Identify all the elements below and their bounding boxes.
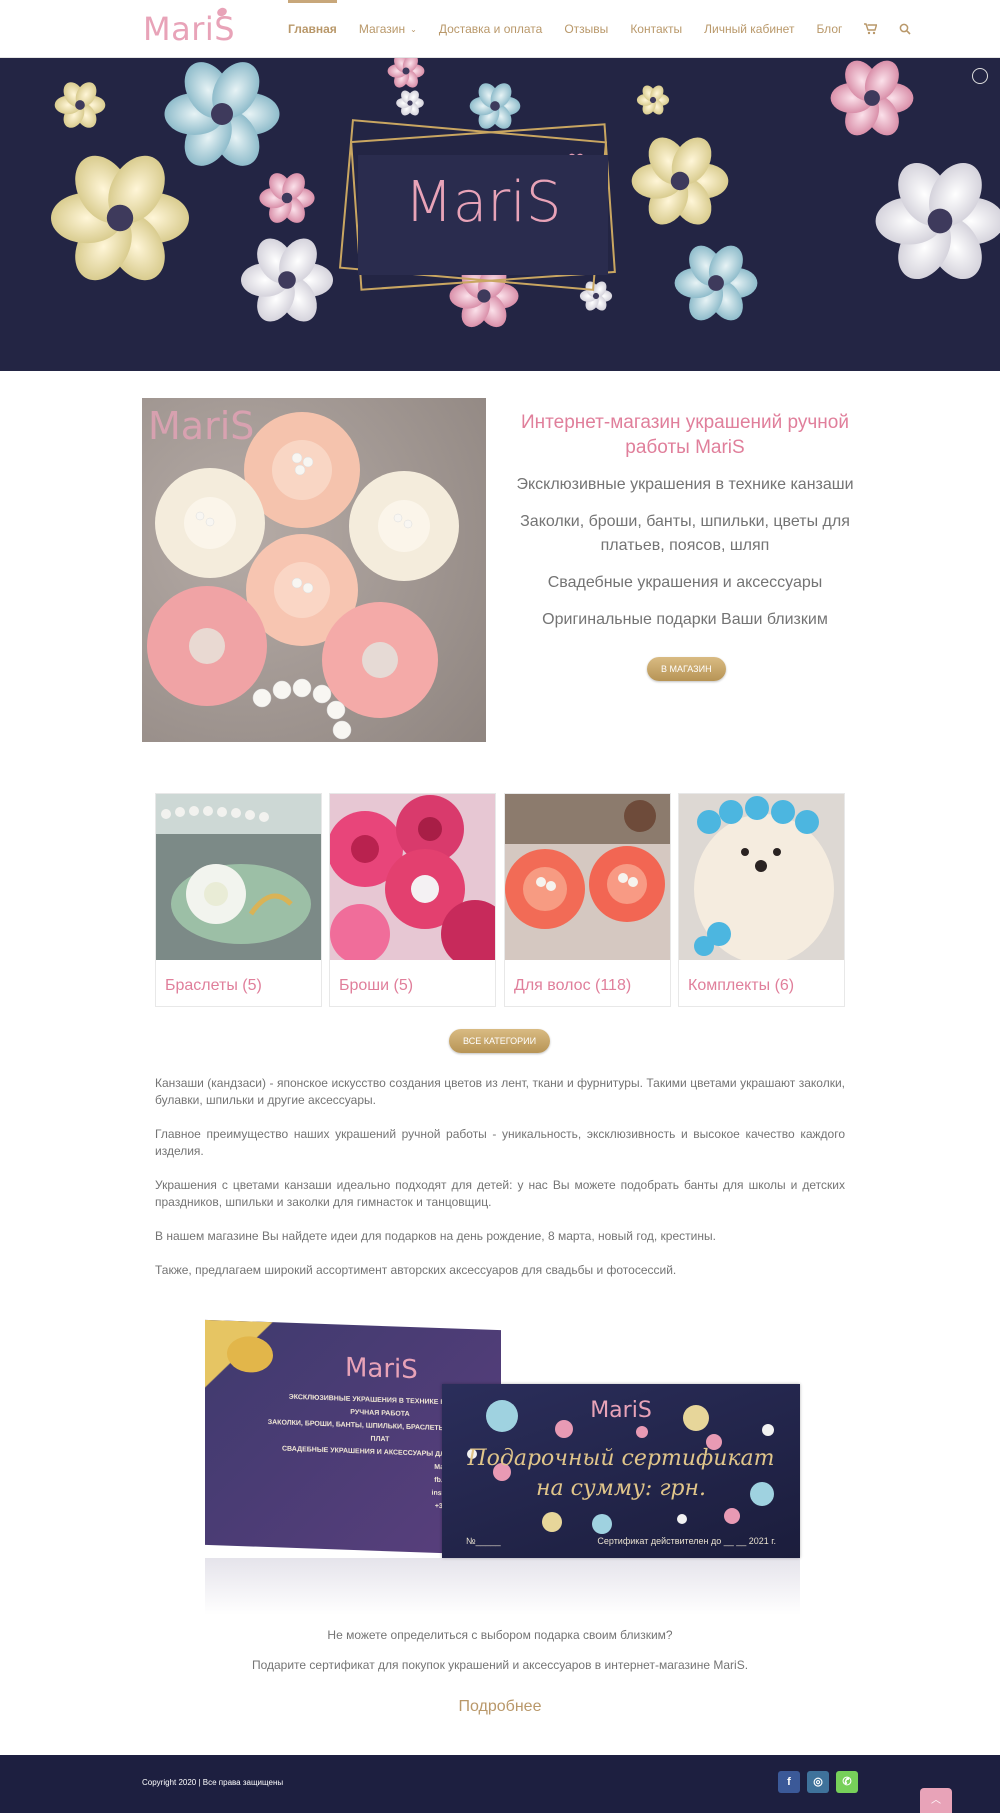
whatsapp-icon[interactable]: ✆ [836,1771,858,1793]
category-card-sets[interactable]: Комплекты (6) [678,793,845,1007]
nav-item-home[interactable]: Главная [288,0,337,58]
intro-line: Оригинальные подарки Ваши близким [542,611,828,628]
category-card-hair[interactable]: Для волос (118) [504,793,671,1007]
all-categories-button[interactable]: ВСЕ КАТЕГОРИИ [449,1029,551,1053]
scroll-to-top-button[interactable]: ︿ [920,1788,952,1813]
site-header: MariS Главная Магазин ⌄ Доставка и оплата… [0,0,1000,58]
certificate-text: Не можете определиться с выбором подарка… [0,1628,1000,1688]
category-label[interactable]: Броши (5) [339,977,413,995]
seo-description: Канзаши (кандзаси) - японское искусство … [155,1075,845,1296]
nav-item-reviews[interactable]: Отзывы [564,0,608,58]
intro-line: Заколки, броши, банты, шпильки, цветы дл… [520,513,850,554]
description-paragraph: В нашем магазине Вы найдете идеи для под… [155,1229,716,1243]
certificate-question: Не можете определиться с выбором подарка… [327,1628,673,1642]
facebook-icon[interactable]: f [778,1771,800,1793]
search-icon[interactable] [899,0,911,58]
more-link[interactable]: Подробнее [0,1698,1000,1716]
intro-line: Свадебные украшения и аксессуары [547,574,823,591]
description-paragraph: Украшения с цветами канзаши идеально под… [155,1178,845,1209]
nav-item-contacts[interactable]: Контакты [630,0,682,58]
cart-icon[interactable] [864,0,878,58]
slider-indicator-icon[interactable] [972,68,988,84]
copyright-text: Copyright 2020 | Все права защищены [142,1778,284,1787]
hero-logo-title: MariS [404,170,562,235]
shop-button[interactable]: В МАГАЗИН [647,657,726,681]
category-card-bracelets[interactable]: Браслеты (5) [155,793,322,1007]
site-footer: Copyright 2020 | Все права защищены f ◎ … [0,1755,1000,1813]
intro-text: Интернет-магазин украшений ручной работы… [510,410,860,632]
nav-item-shop[interactable]: Магазин ⌄ [359,0,417,58]
intro-product-image: MariS [142,398,486,742]
category-image[interactable] [156,794,321,960]
gift-certificate-card: MariS Подарочный сертификат на сумму: грн… [442,1384,800,1558]
nav-item-blog[interactable]: Блог [816,0,842,58]
category-label[interactable]: Для волос (118) [514,977,631,995]
intro-title: Интернет-магазин украшений ручной работы… [520,412,849,458]
site-logo[interactable]: MariS [143,6,235,48]
category-image[interactable] [679,794,844,960]
main-nav: Главная Магазин ⌄ Доставка и оплата Отзыв… [288,0,933,58]
category-grid: Браслеты (5) Броши (5) Для волос (118) К… [155,793,846,1007]
category-label[interactable]: Комплекты (6) [688,977,794,995]
chevron-down-icon: ⌄ [410,24,417,34]
certificate-offer: Подарите сертификат для покупок украшени… [251,1658,749,1672]
intro-line: Эксклюзивные украшения в технике канзаши [516,476,854,493]
category-image[interactable] [505,794,670,960]
gift-certificate-image: MariS ЭКСКЛЮЗИВНЫЕ УКРАШЕНИЯ В ТЕХНИКЕ К… [205,1319,800,1615]
description-paragraph: Канзаши (кандзаси) - японское искусство … [155,1076,845,1107]
description-paragraph: Также, предлагаем широкий ассортимент ав… [155,1263,677,1277]
instagram-icon[interactable]: ◎ [807,1771,829,1793]
category-label[interactable]: Браслеты (5) [165,977,262,995]
nav-item-account[interactable]: Личный кабинет [704,0,794,58]
hero-banner: MariS [0,58,1000,371]
nav-item-delivery[interactable]: Доставка и оплата [439,0,543,58]
image-watermark: MariS [148,404,255,448]
description-paragraph: Главное преимущество наших украшений руч… [155,1127,845,1158]
chevron-up-icon: ︿ [931,1795,941,1806]
category-image[interactable] [330,794,495,960]
category-card-brooches[interactable]: Броши (5) [329,793,496,1007]
